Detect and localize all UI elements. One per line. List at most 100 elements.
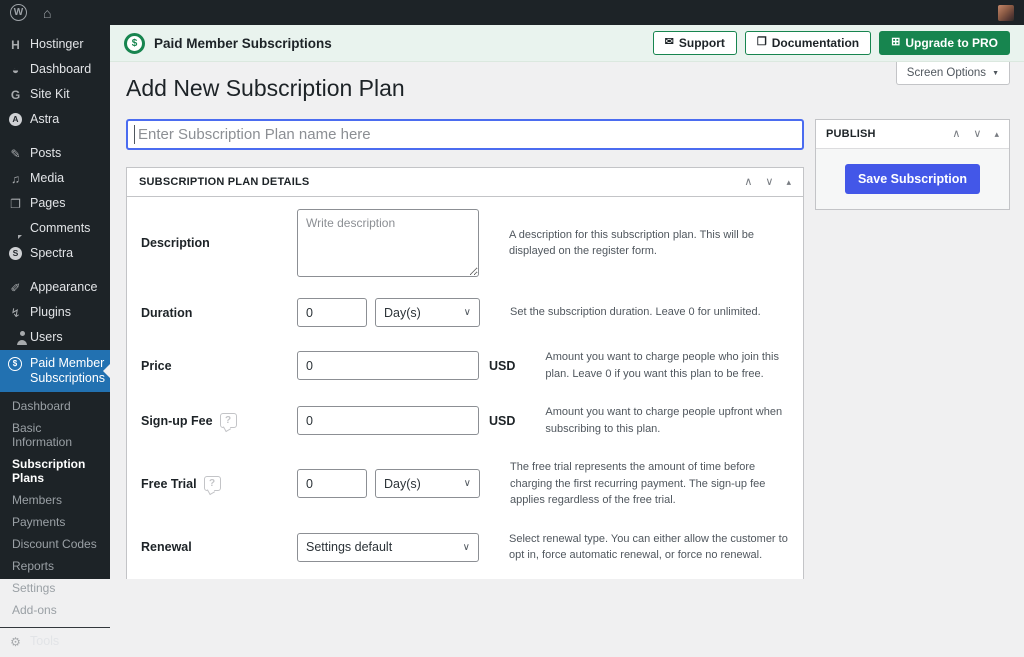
renewal-selected-value: Settings default [306, 540, 392, 554]
chevron-down-icon: ▼ [992, 70, 999, 77]
media-icon: ♫ [8, 173, 23, 185]
publish-column: PUBLISH ∧ ∨ ▴ Save Subscription [815, 119, 1010, 210]
sidebar-item-spectra[interactable]: S Spectra [0, 241, 110, 266]
wordpress-logo-icon[interactable]: W [10, 4, 27, 21]
sidebar-item-label: Media [30, 171, 64, 186]
signup-fee-label: Sign-up Fee [141, 414, 213, 428]
sidebar-item-pages[interactable]: ❐ Pages [0, 191, 110, 216]
publish-panel-title: PUBLISH [826, 128, 876, 140]
panel-title: SUBSCRIPTION PLAN DETAILS [139, 176, 309, 188]
move-down-icon[interactable]: ∨ [973, 129, 981, 140]
documentation-button[interactable]: ❐ Documentation [745, 31, 871, 55]
sidebar-item-label: Comments [30, 221, 90, 236]
wp-admin-bar: W ⌂ [0, 0, 1024, 25]
sidebar-item-users[interactable]: Users [0, 325, 110, 350]
submenu-item-dashboard[interactable]: Dashboard [0, 395, 110, 417]
page-content: Screen Options ▼ Add New Subscription Pl… [110, 62, 1024, 579]
pushpin-icon: ✎ [8, 148, 23, 160]
sidebar-item-posts[interactable]: ✎ Posts [0, 141, 110, 166]
panel-header: SUBSCRIPTION PLAN DETAILS ∧ ∨ ▴ [127, 168, 803, 197]
move-up-icon[interactable]: ∧ [952, 129, 960, 140]
submenu-item-add-ons[interactable]: Add-ons [0, 599, 110, 621]
pages-icon: ❐ [8, 198, 23, 210]
description-help: A description for this subscription plan… [509, 227, 789, 260]
sidebar-item-plugins[interactable]: ↯ Plugins [0, 300, 110, 325]
spectra-icon: S [8, 247, 23, 260]
sidebar-item-hostinger[interactable]: H Hostinger [0, 32, 110, 57]
sidebar-item-comments[interactable]: Comments [0, 216, 110, 241]
sidebar-item-astra[interactable]: A Astra [0, 107, 110, 132]
sidebar-item-paid-member-subscriptions[interactable]: $ Paid Member Subscriptions [0, 350, 110, 392]
collapse-toggle-icon[interactable]: ▴ [994, 130, 999, 139]
free-trial-input[interactable] [297, 469, 367, 498]
renewal-label: Renewal [141, 540, 297, 554]
page-title: Add New Subscription Plan [126, 75, 1010, 102]
move-down-icon[interactable]: ∨ [765, 177, 773, 188]
support-button[interactable]: ✉ Support [653, 31, 737, 55]
free-trial-unit-value: Day(s) [384, 477, 421, 491]
price-row: Price USD Amount you want to charge peop… [139, 338, 791, 393]
wrench-icon: ⚙ [8, 636, 23, 648]
help-tooltip-icon[interactable]: ? [220, 413, 237, 428]
sidebar-separator [0, 266, 110, 275]
screen-options-label: Screen Options [907, 67, 986, 79]
publish-panel-header: PUBLISH ∧ ∨ ▴ [816, 120, 1009, 148]
submenu-item-settings[interactable]: Settings [0, 577, 110, 599]
submenu-item-reports[interactable]: Reports [0, 555, 110, 577]
sidebar-item-label: Hostinger [30, 37, 84, 52]
price-input[interactable] [297, 351, 479, 380]
appearance-brush-icon: ✐ [8, 282, 23, 294]
submenu-item-basic-information[interactable]: Basic Information [0, 417, 110, 453]
free-trial-unit-select[interactable]: Day(s) ∨ [375, 469, 480, 498]
sidebar-item-label: Appearance [30, 280, 97, 295]
submenu-item-members[interactable]: Members [0, 489, 110, 511]
plugin-header-buttons: ✉ Support ❐ Documentation ⊞ Upgrade to P… [653, 31, 1010, 55]
submenu-item-discount-codes[interactable]: Discount Codes [0, 533, 110, 555]
panel-header-icons: ∧ ∨ ▴ [744, 177, 791, 188]
home-icon[interactable]: ⌂ [43, 6, 51, 20]
duration-row: Duration Day(s) ∨ Set the subscription d… [139, 287, 791, 338]
chevron-down-icon: ∨ [464, 478, 471, 489]
sidebar-item-label: Plugins [30, 305, 71, 320]
duration-input[interactable] [297, 298, 367, 327]
duration-label: Duration [141, 306, 297, 320]
pms-logo-icon: $ [124, 33, 145, 54]
screen-options-button[interactable]: Screen Options ▼ [896, 62, 1010, 85]
dashboard-icon: ◒ [8, 64, 23, 76]
sidebar-item-label: Users [30, 330, 63, 345]
duration-unit-select[interactable]: Day(s) ∨ [375, 298, 480, 327]
hostinger-icon: H [8, 39, 23, 51]
main-area: $ Paid Member Subscriptions ✉ Support ❐ … [110, 25, 1024, 579]
upgrade-to-pro-button[interactable]: ⊞ Upgrade to PRO [879, 31, 1010, 55]
collapse-toggle-icon[interactable]: ▴ [786, 178, 791, 187]
duration-help: Set the subscription duration. Leave 0 f… [510, 304, 789, 321]
sidebar-item-label: Tools [30, 634, 59, 649]
description-textarea[interactable] [297, 209, 479, 277]
free-trial-help: The free trial represents the amount of … [510, 459, 789, 509]
renewal-row: Renewal Settings default ∨ Select renewa… [139, 520, 791, 575]
admin-sidebar: H Hostinger ◒ Dashboard G Site Kit A Ast… [0, 25, 110, 579]
sidebar-item-dashboard[interactable]: ◒ Dashboard [0, 57, 110, 82]
sidebar-item-media[interactable]: ♫ Media [0, 166, 110, 191]
signup-fee-input[interactable] [297, 406, 479, 435]
save-subscription-button[interactable]: Save Subscription [845, 164, 980, 194]
sidebar-item-tools[interactable]: ⚙ Tools [0, 627, 110, 657]
help-tooltip-icon[interactable]: ? [204, 476, 221, 491]
signup-fee-currency: USD [489, 414, 515, 428]
move-up-icon[interactable]: ∧ [744, 177, 752, 188]
submenu-item-payments[interactable]: Payments [0, 511, 110, 533]
free-trial-label: Free Trial [141, 477, 197, 491]
sidebar-item-site-kit[interactable]: G Site Kit [0, 82, 110, 107]
envelope-icon: ✉ [665, 37, 674, 48]
sidebar-item-appearance[interactable]: ✐ Appearance [0, 275, 110, 300]
submenu-item-subscription-plans[interactable]: Subscription Plans [0, 453, 110, 489]
sidebar-item-label: Posts [30, 146, 61, 161]
renewal-select[interactable]: Settings default ∨ [297, 533, 479, 562]
publish-header-icons: ∧ ∨ ▴ [952, 129, 999, 140]
pms-logo-icon: $ [8, 357, 23, 371]
free-trial-row: Free Trial ? Day(s) ∨ The free trial r [139, 448, 791, 520]
signup-fee-help: Amount you want to charge people upfront… [545, 404, 789, 437]
plan-name-input[interactable] [126, 119, 804, 150]
user-avatar[interactable] [998, 5, 1014, 21]
publish-panel: PUBLISH ∧ ∨ ▴ Save Subscription [815, 119, 1010, 210]
